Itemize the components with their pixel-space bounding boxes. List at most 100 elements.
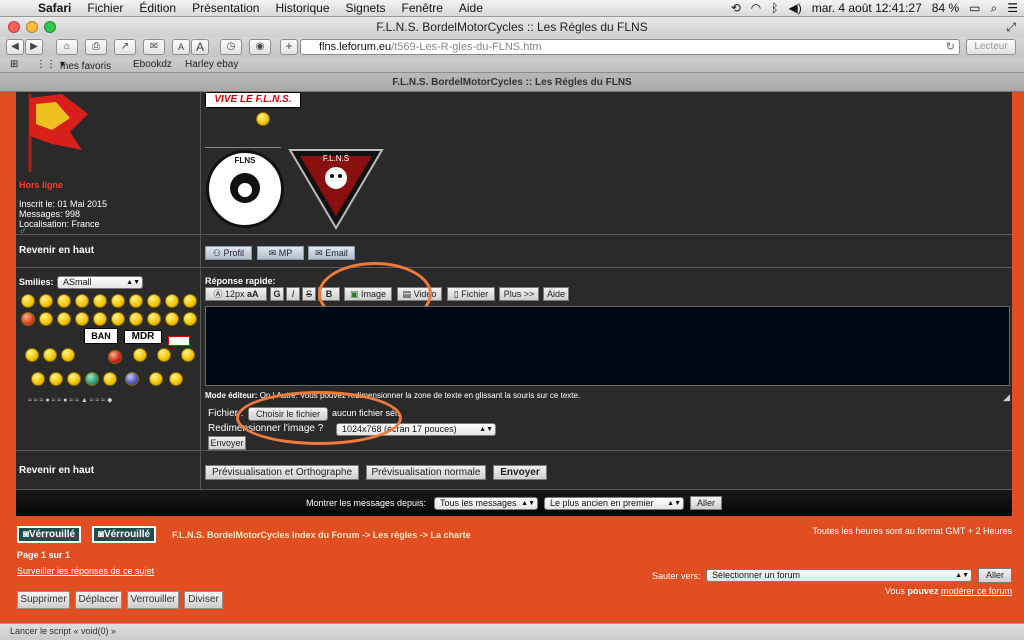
smiley-icon[interactable]: [129, 294, 143, 308]
reply-textarea[interactable]: [205, 306, 1010, 386]
move-topic-button[interactable]: Déplacer: [75, 591, 122, 609]
more-smilies-row[interactable]: ≈ ≈ ≈ ● ≈ ≈ ● ≈ ≈ ▲ ≈ ≈ ≈ ◆: [28, 396, 188, 404]
forum-breadcrumb[interactable]: F.L.N.S. BordelMotorCycles Index du Foru…: [172, 530, 471, 540]
clock[interactable]: mar. 4 août 12:41:27: [812, 1, 922, 15]
time-machine-icon[interactable]: ⟲: [731, 1, 741, 15]
smiley-icon[interactable]: [149, 372, 163, 386]
stop-icon[interactable]: ◉: [249, 39, 271, 55]
home-icon[interactable]: ⌂: [56, 39, 78, 55]
forward-icon[interactable]: ▶: [25, 39, 43, 55]
smiley-icon[interactable]: [25, 348, 39, 362]
menu-presentation[interactable]: Présentation: [184, 1, 267, 15]
more-button[interactable]: Plus >>: [499, 287, 539, 301]
ban-smiley[interactable]: BAN: [84, 328, 118, 344]
bookmarks-sidebar-icon[interactable]: ⊞: [10, 59, 18, 70]
bookmark-harley-ebay[interactable]: Harley ebay: [185, 59, 238, 70]
back-icon[interactable]: ◀: [6, 39, 24, 55]
profile-button[interactable]: ⚇ Profil: [205, 246, 252, 260]
resize-handle-icon[interactable]: ◢: [1003, 392, 1010, 403]
locked-button-2[interactable]: ◙Vérrouillé: [92, 526, 156, 543]
blue-smiley-icon[interactable]: [125, 372, 139, 386]
smiley-icon[interactable]: [147, 294, 161, 308]
smiley-icon[interactable]: [93, 312, 107, 326]
wifi-icon[interactable]: ◠: [751, 1, 761, 15]
smiley-icon[interactable]: [165, 312, 179, 326]
red-smiley-icon[interactable]: [108, 350, 122, 364]
bookmark-ebookdz[interactable]: Ebookdz: [133, 59, 172, 70]
tab-active[interactable]: F.L.N.S. BordelMotorCycles :: Les Régles…: [0, 73, 1024, 92]
bookmark-mes-favoris[interactable]: mes favoris ▾: [60, 59, 111, 72]
italic-button[interactable]: I: [286, 287, 300, 301]
smiley-icon[interactable]: [67, 372, 81, 386]
notification-center-icon[interactable]: ☰: [1007, 1, 1018, 15]
smilies-select[interactable]: ASmall ▲▼: [57, 276, 143, 289]
spotlight-icon[interactable]: ⌕: [991, 1, 998, 16]
smiley-icon[interactable]: [43, 348, 57, 362]
send-button[interactable]: Envoyer: [493, 465, 547, 480]
close-window-icon[interactable]: [8, 21, 20, 33]
smiley-icon[interactable]: [49, 372, 63, 386]
font-size-button[interactable]: Ⓐ 12px aA: [205, 287, 267, 301]
smiley-icon[interactable]: [133, 348, 147, 362]
volume-icon[interactable]: ◀): [788, 1, 801, 15]
smiley-icon[interactable]: [57, 312, 71, 326]
battery-percent[interactable]: 84 %: [932, 1, 959, 15]
print-icon[interactable]: ⎙: [85, 39, 107, 55]
back-to-top-link[interactable]: Revenir en haut: [19, 245, 94, 256]
battery-icon[interactable]: ▭: [969, 1, 980, 15]
menu-app-safari[interactable]: Safari: [30, 1, 79, 15]
smiley-icon[interactable]: [169, 372, 183, 386]
smiley-icon[interactable]: [31, 372, 45, 386]
mdr-smiley[interactable]: MDR: [124, 330, 162, 344]
email-button[interactable]: ✉ Email: [308, 246, 355, 260]
moderate-forum-link[interactable]: modérer ce forum: [941, 586, 1012, 596]
smiley-icon[interactable]: [129, 312, 143, 326]
file-button[interactable]: ▯ Fichier: [447, 287, 495, 301]
smiley-icon[interactable]: [39, 294, 53, 308]
watch-topic-link[interactable]: Surveiller les réponses de ce sujet: [17, 566, 154, 576]
smiley-icon[interactable]: [75, 312, 89, 326]
preview-normal-button[interactable]: Prévisualisation normale: [366, 465, 486, 480]
zoom-window-icon[interactable]: [44, 21, 56, 33]
reader-button[interactable]: Lecteur: [966, 39, 1016, 55]
strike-button[interactable]: S: [302, 287, 316, 301]
smiley-icon[interactable]: [183, 294, 197, 308]
jump-go-button[interactable]: Aller: [978, 568, 1012, 583]
angry-smiley-icon[interactable]: [21, 312, 35, 326]
reload-icon[interactable]: ↻: [946, 40, 955, 54]
smiley-icon[interactable]: [165, 294, 179, 308]
share-icon[interactable]: ↗: [114, 39, 136, 55]
top-sites-icon[interactable]: ⋮⋮: [36, 59, 56, 70]
menu-fichier[interactable]: Fichier: [79, 1, 131, 15]
fullscreen-icon[interactable]: ⤢: [1006, 17, 1016, 37]
filter-go-button[interactable]: Aller: [690, 496, 722, 510]
bluetooth-icon[interactable]: ᛒ: [771, 1, 778, 15]
menu-historique[interactable]: Historique: [267, 1, 337, 15]
smiley-icon[interactable]: [57, 294, 71, 308]
green-smiley-icon[interactable]: [85, 372, 99, 386]
sign-smiley-icon[interactable]: [168, 336, 190, 346]
smiley-icon[interactable]: [181, 348, 195, 362]
private-message-button[interactable]: ✉ MP: [257, 246, 304, 260]
upload-send-button[interactable]: Envoyer: [208, 436, 246, 450]
lock-topic-button[interactable]: Verrouiller: [127, 591, 179, 609]
smiley-icon[interactable]: [61, 348, 75, 362]
smiley-icon[interactable]: [147, 312, 161, 326]
address-bar[interactable]: flns.leforum.eu/t569-Les-R-gles-du-FLNS.…: [300, 39, 960, 55]
preview-spellcheck-button[interactable]: Prévisualisation et Orthographe: [205, 465, 359, 480]
smiley-icon[interactable]: [103, 372, 117, 386]
minimize-window-icon[interactable]: [26, 21, 38, 33]
new-tab-icon[interactable]: +: [280, 39, 298, 55]
smiley-icon[interactable]: [21, 294, 35, 308]
help-button[interactable]: Aide: [543, 287, 569, 301]
mail-icon[interactable]: ✉: [143, 39, 165, 55]
filter-order-select[interactable]: Le plus ancien en premier ▲▼: [544, 497, 684, 510]
filter-since-select[interactable]: Tous les messages ▲▼: [434, 497, 538, 510]
menu-aide[interactable]: Aide: [451, 1, 491, 15]
jump-forum-select[interactable]: Sélectionner un forum ▲▼: [706, 569, 972, 582]
smiley-icon[interactable]: [183, 312, 197, 326]
bold-button[interactable]: G: [270, 287, 284, 301]
menu-fenetre[interactable]: Fenêtre: [394, 1, 451, 15]
smiley-icon[interactable]: [111, 294, 125, 308]
text-larger-icon[interactable]: A: [191, 39, 209, 55]
